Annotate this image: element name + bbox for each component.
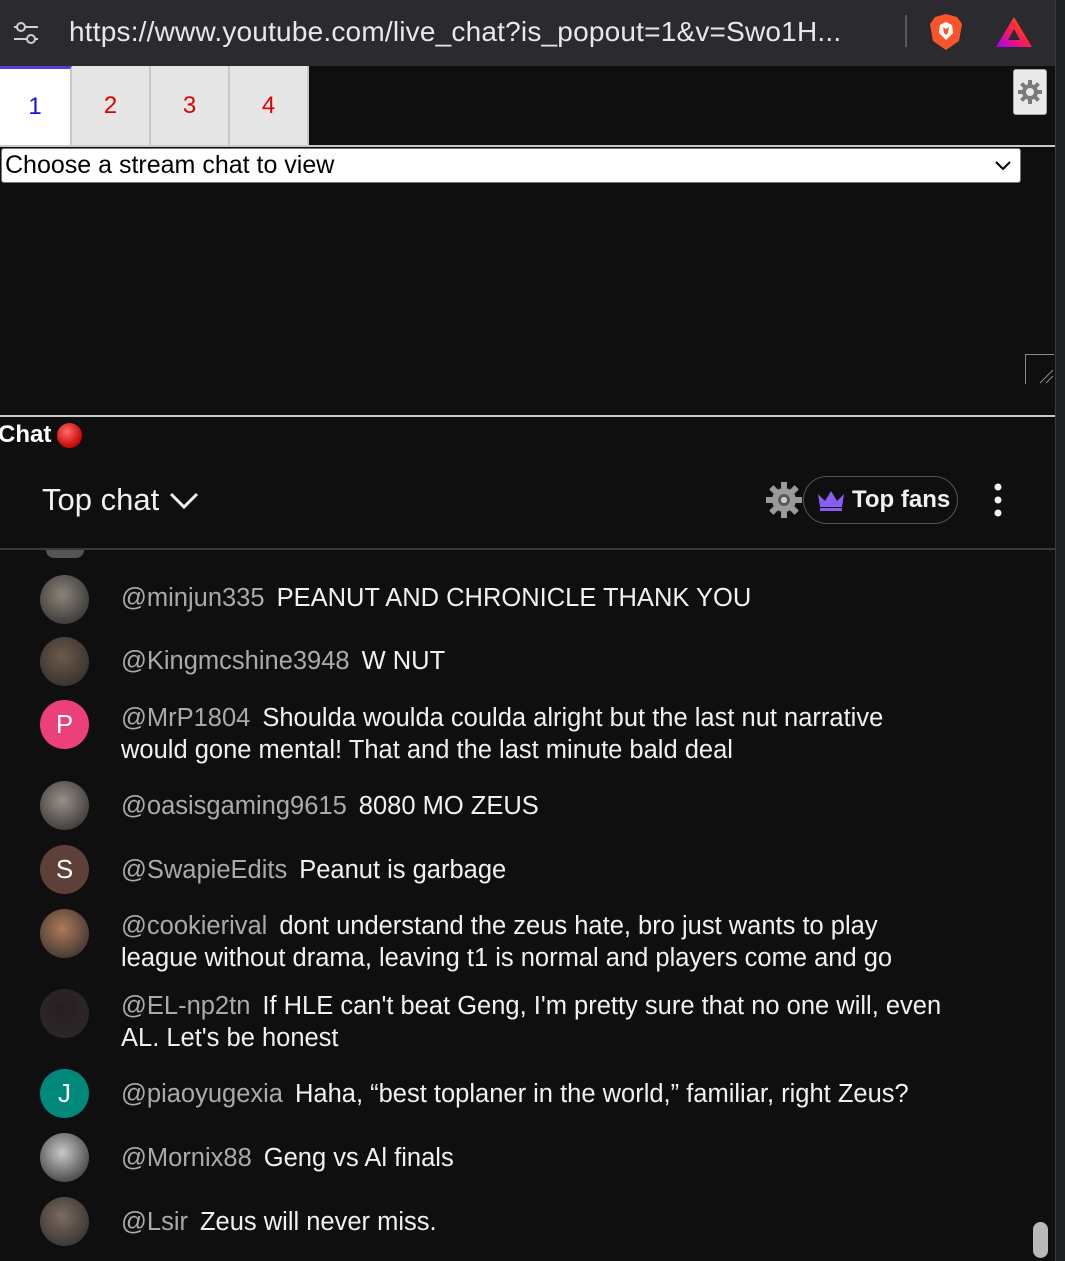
message-body: @minjun335 PEANUT AND CHRONICLE THANK YOU xyxy=(121,582,951,614)
avatar[interactable]: P xyxy=(40,700,89,749)
message-author[interactable]: @SwapieEdits xyxy=(121,856,287,884)
message-author[interactable]: @EL-np2tn xyxy=(121,992,250,1020)
url-separator xyxy=(905,15,907,47)
url-text[interactable]: https://www.youtube.com/live_chat?is_pop… xyxy=(69,16,841,48)
message-author[interactable]: @MrP1804 xyxy=(121,704,250,732)
chat-section-label: Chat xyxy=(0,421,83,449)
section-divider xyxy=(0,415,1055,417)
message-author[interactable]: @Kingmcshine3948 xyxy=(121,647,350,675)
message-body: @piaoyugexia Haha, “best toplaner in the … xyxy=(121,1078,951,1110)
top-fans-label: Top fans xyxy=(852,486,951,513)
message-text: 8080 MO ZEUS xyxy=(358,792,539,820)
gear-icon xyxy=(1018,80,1042,104)
top-fans-button[interactable]: Top fans xyxy=(803,476,958,524)
chevron-down-icon xyxy=(170,492,199,510)
brave-rewards-icon[interactable] xyxy=(995,15,1033,49)
crown-icon xyxy=(818,491,844,511)
avatar[interactable] xyxy=(40,781,89,830)
message-text: Geng vs Al finals xyxy=(263,1144,454,1172)
avatar[interactable] xyxy=(40,637,89,686)
message-body: @oasisgaming9615 8080 MO ZEUS xyxy=(121,790,951,822)
tab-3[interactable]: 3 xyxy=(151,66,230,145)
avatar[interactable]: J xyxy=(40,1069,89,1118)
chevron-down-icon xyxy=(995,161,1011,171)
chat-tabs: 1 2 3 4 xyxy=(0,66,309,145)
avatar[interactable] xyxy=(40,909,89,958)
extension-settings-button[interactable] xyxy=(1013,69,1047,115)
message-body: @EL-np2tn If HLE can't beat Geng, I'm pre… xyxy=(121,990,951,1054)
message-text: Zeus will never miss. xyxy=(199,1208,437,1236)
message-author[interactable]: @minjun335 xyxy=(121,584,265,612)
avatar[interactable] xyxy=(40,1133,89,1182)
message-body: @Kingmcshine3948 W NUT xyxy=(121,645,951,677)
tab-4[interactable]: 4 xyxy=(230,66,309,145)
avatar[interactable] xyxy=(40,989,89,1038)
live-red-dot-icon xyxy=(57,422,83,448)
stream-select-value: Choose a stream chat to view xyxy=(5,151,335,179)
address-bar[interactable]: https://www.youtube.com/live_chat?is_pop… xyxy=(0,0,1055,66)
message-body: @Mornix88 Geng vs Al finals xyxy=(121,1142,951,1174)
scrollbar-thumb[interactable] xyxy=(1033,1222,1048,1258)
brave-shields-icon[interactable] xyxy=(929,13,963,51)
message-author[interactable]: @piaoyugexia xyxy=(121,1080,283,1108)
more-options-icon[interactable] xyxy=(985,482,1011,518)
site-settings-icon[interactable] xyxy=(12,20,40,46)
message-author[interactable]: @Mornix88 xyxy=(121,1144,252,1172)
resize-grip-icon xyxy=(1039,369,1054,384)
message-author[interactable]: @cookierival xyxy=(121,912,267,940)
tab-2[interactable]: 2 xyxy=(72,66,151,145)
message-author[interactable]: @oasisgaming9615 xyxy=(121,792,347,820)
chat-mode-label: Top chat xyxy=(42,482,160,517)
panel-divider xyxy=(0,145,1055,147)
avatar[interactable]: S xyxy=(40,845,89,894)
message-text: PEANUT AND CHRONICLE THANK YOU xyxy=(276,584,752,612)
resize-handle[interactable] xyxy=(1025,354,1054,384)
gear-icon[interactable] xyxy=(765,481,803,519)
stream-chat-select[interactable]: Choose a stream chat to view xyxy=(1,148,1021,183)
window-edge xyxy=(1055,0,1065,1261)
avatar[interactable] xyxy=(40,1197,89,1246)
avatar[interactable] xyxy=(40,575,89,624)
message-author[interactable]: @Lsir xyxy=(121,1208,188,1236)
chat-mode-dropdown[interactable]: Top chat xyxy=(42,482,199,518)
message-body: @cookierival dont understand the zeus hat… xyxy=(121,910,951,974)
chat-messages[interactable]: @minjun335 PEANUT AND CHRONICLE THANK YOU… xyxy=(0,550,1040,1261)
message-text: W NUT xyxy=(361,647,446,675)
message-body: @Lsir Zeus will never miss. xyxy=(121,1206,951,1238)
message-body: @SwapieEdits Peanut is garbage xyxy=(121,854,951,886)
message-text: Haha, “best toplaner in the world,” fami… xyxy=(295,1080,909,1108)
message-text: Peanut is garbage xyxy=(299,856,507,884)
chat-label-text: Chat xyxy=(0,421,52,448)
message-body: @MrP1804 Shoulda woulda coulda alright bu… xyxy=(121,702,951,766)
chat-header: Top chat Top fans xyxy=(0,452,1055,548)
tab-1[interactable]: 1 xyxy=(0,66,72,145)
